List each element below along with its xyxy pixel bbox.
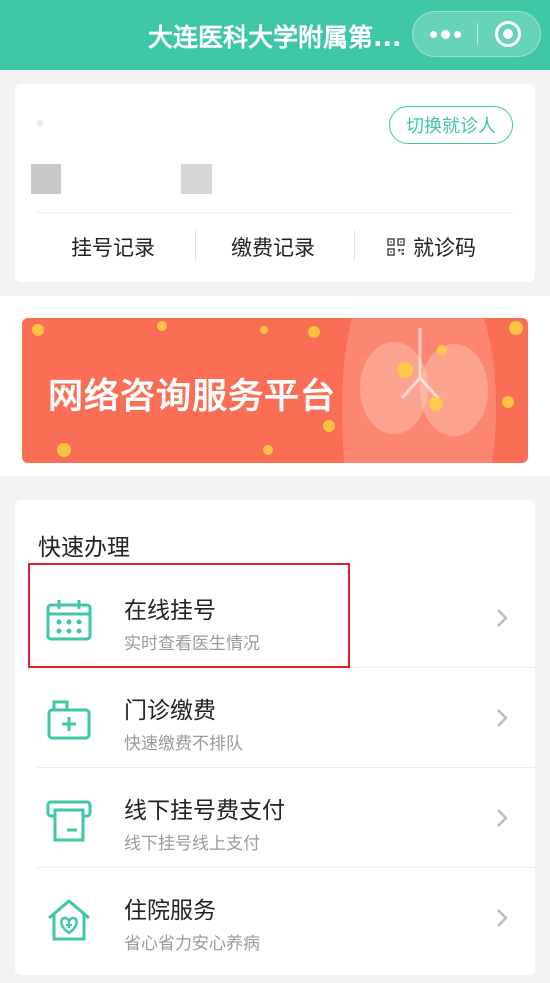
patient-card: 切换就诊人 挂号记录 缴费记录 就诊码 — [15, 84, 535, 282]
mini-program-capsule — [412, 11, 541, 57]
visit-code-label: 就诊码 — [413, 236, 476, 260]
item-description: 快速缴费不排队 — [124, 734, 243, 754]
list-item-inpatient-service[interactable]: 住院服务 省心省力安心养病 — [15, 868, 535, 968]
item-name: 门诊缴费 — [124, 698, 216, 724]
page-title: 大连医科大学附属第... — [148, 23, 402, 52]
chevron-right-icon — [497, 909, 508, 927]
item-name: 住院服务 — [124, 898, 216, 924]
item-description: 省心省力安心养病 — [124, 934, 260, 954]
more-icon[interactable] — [413, 12, 477, 56]
receipt-printer-icon — [46, 800, 92, 842]
hospital-heart-icon — [48, 899, 90, 941]
list-item-offline-fee-payment[interactable]: 线下挂号费支付 线下挂号线上支付 — [15, 768, 535, 868]
payment-records-link[interactable]: 缴费记录 — [231, 230, 315, 264]
chevron-right-icon — [497, 609, 508, 627]
list-item-outpatient-payment[interactable]: 门诊缴费 快速缴费不排队 — [15, 668, 535, 768]
item-description: 线下挂号线上支付 — [124, 834, 260, 854]
highlight-box — [28, 563, 350, 668]
patient-info-blurred — [31, 164, 61, 194]
record-links: 挂号记录 缴费记录 就诊码 — [15, 230, 535, 264]
payment-records-label: 缴费记录 — [231, 236, 315, 260]
medical-box-icon — [47, 700, 91, 740]
qr-code-icon — [387, 238, 405, 256]
item-name: 线下挂号费支付 — [124, 798, 285, 824]
card-divider — [37, 212, 513, 213]
chevron-right-icon — [497, 809, 508, 827]
section-title: 快速办理 — [38, 535, 130, 561]
online-consultation-banner[interactable]: 网络咨询服务平台 — [22, 318, 528, 463]
registration-records-label: 挂号记录 — [71, 236, 155, 260]
switch-patient-button[interactable]: 切换就诊人 — [389, 106, 513, 144]
top-bar: 大连医科大学附属第... — [0, 0, 550, 70]
capsule-divider — [477, 23, 478, 45]
chevron-right-icon — [497, 709, 508, 727]
registration-records-link[interactable]: 挂号记录 — [71, 230, 155, 264]
patient-id-blurred — [181, 164, 212, 194]
quick-services-card: 快速办理 在线挂号 实时查看医生情况 门诊缴费 快速缴费不排队 线下挂号费支付 … — [15, 500, 535, 975]
banner-title: 网络咨询服务平台 — [48, 377, 337, 417]
link-divider — [195, 230, 196, 262]
close-miniprogram-icon[interactable] — [495, 21, 521, 47]
link-divider — [354, 230, 355, 262]
banner-section: 网络咨询服务平台 — [0, 296, 550, 476]
patient-name-blurred — [37, 120, 43, 126]
visit-code-link[interactable]: 就诊码 — [387, 230, 476, 264]
